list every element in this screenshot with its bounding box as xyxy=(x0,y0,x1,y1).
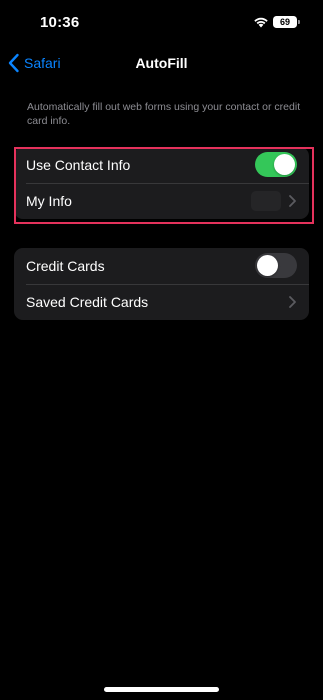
use-contact-info-label: Use Contact Info xyxy=(26,157,131,173)
toggle-knob xyxy=(257,255,278,276)
credit-card-group: Credit Cards Saved Credit Cards xyxy=(14,248,309,320)
saved-credit-cards-label: Saved Credit Cards xyxy=(26,294,149,310)
navigation-bar: Safari AutoFill xyxy=(0,46,323,80)
credit-cards-row: Credit Cards xyxy=(14,248,309,285)
contact-info-group: Use Contact Info My Info xyxy=(14,147,309,219)
wifi-icon xyxy=(254,17,268,28)
home-indicator[interactable] xyxy=(104,687,219,692)
battery-cap xyxy=(298,20,300,24)
saved-credit-cards-row[interactable]: Saved Credit Cards xyxy=(14,284,309,320)
status-bar: 10:36 69 xyxy=(0,0,323,46)
chevron-right-icon xyxy=(289,195,296,207)
contact-card-value xyxy=(251,191,281,211)
autofill-description: Automatically fill out web forms using y… xyxy=(27,101,301,127)
use-contact-info-row: Use Contact Info xyxy=(14,147,309,184)
page-title: AutoFill xyxy=(135,55,188,71)
status-time: 10:36 xyxy=(40,14,80,31)
credit-cards-toggle[interactable] xyxy=(255,253,297,278)
chevron-right-icon xyxy=(289,296,296,308)
my-info-label: My Info xyxy=(26,193,72,209)
autofill-settings-screen: 10:36 69 Safari AutoFill Automatically f… xyxy=(0,0,323,700)
credit-cards-label: Credit Cards xyxy=(26,258,105,274)
toggle-knob xyxy=(274,154,295,175)
my-info-row[interactable]: My Info xyxy=(14,183,309,219)
use-contact-info-toggle[interactable] xyxy=(255,152,297,177)
battery-icon: 69 xyxy=(273,16,297,28)
